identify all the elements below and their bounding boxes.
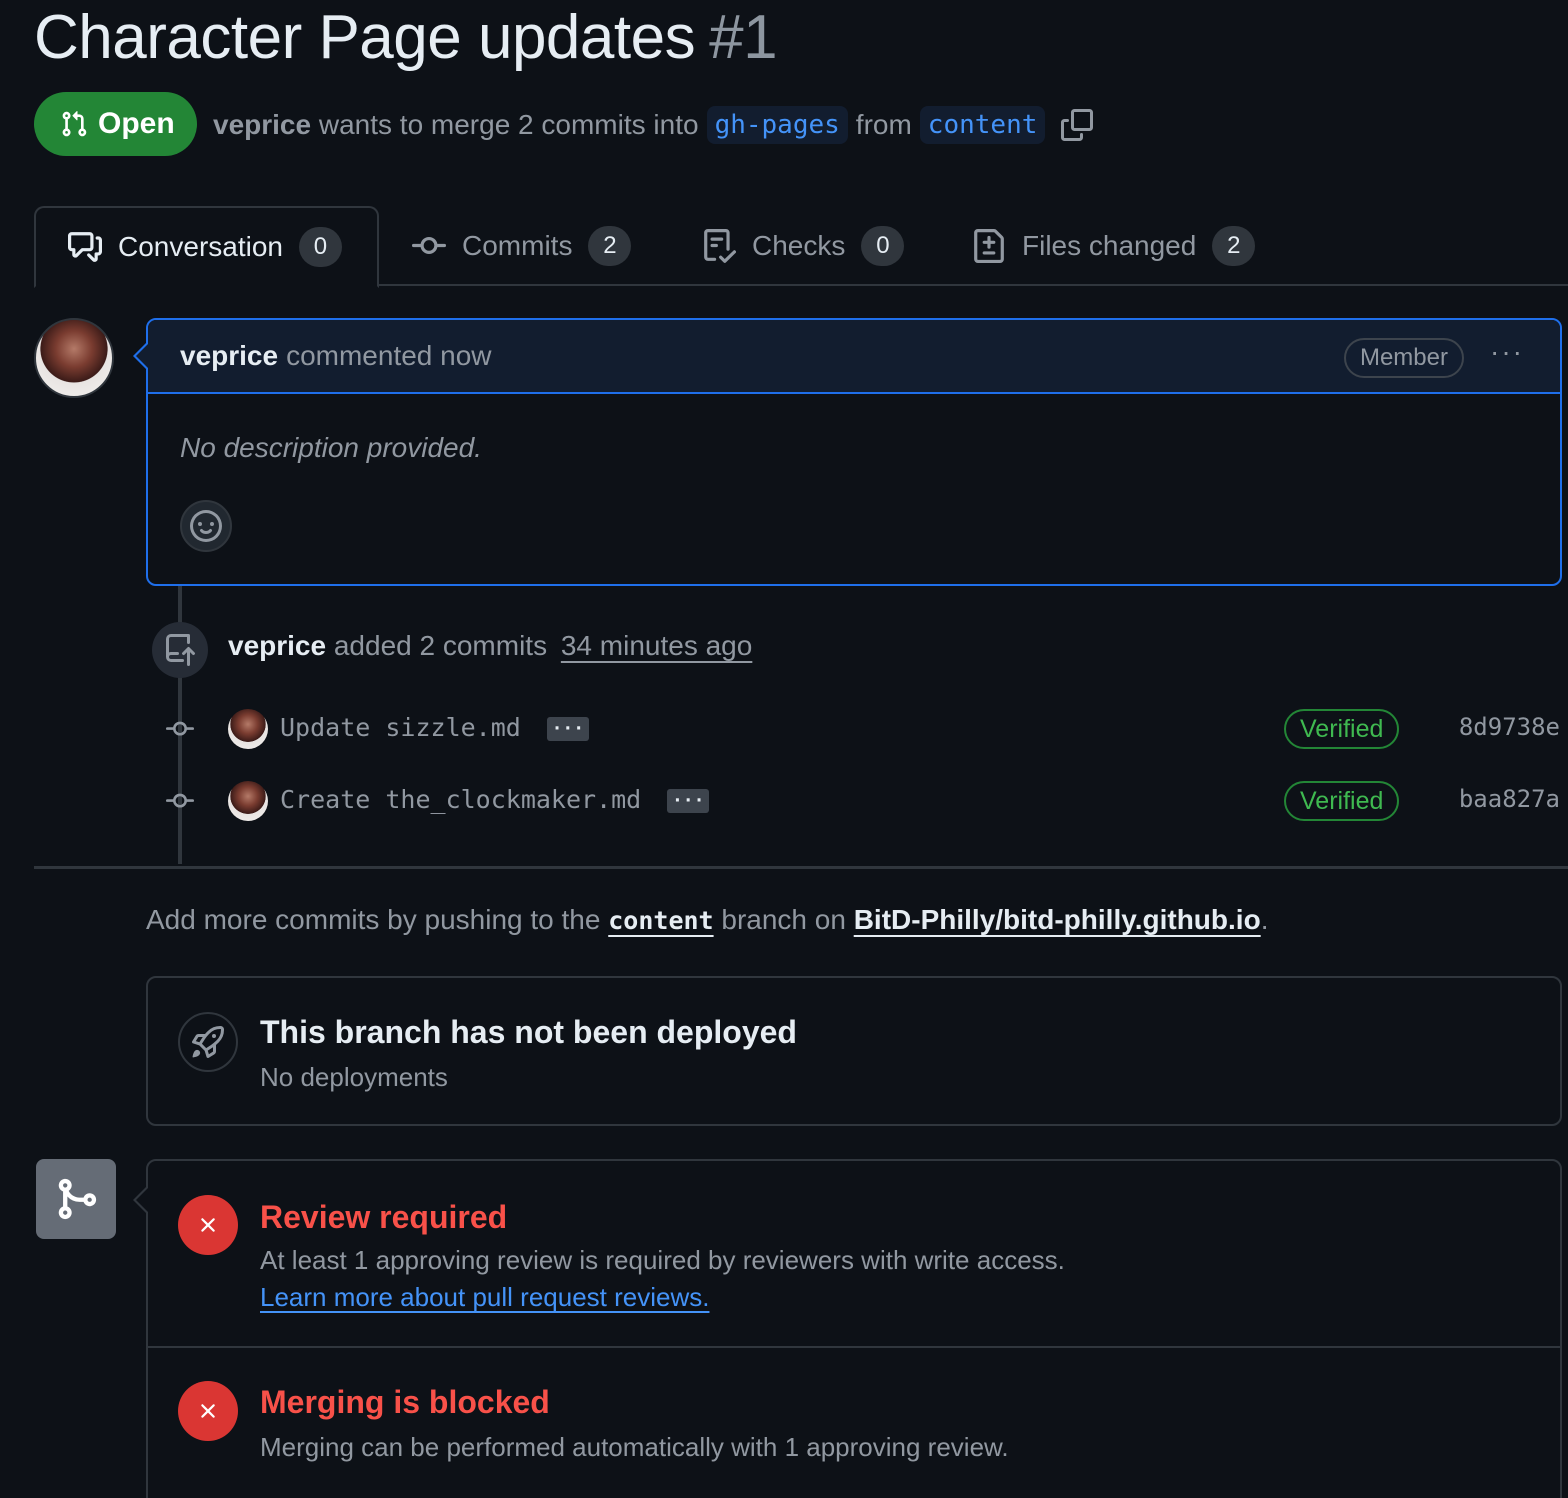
timeline-divider [34,866,1568,869]
expand-commit-button[interactable]: ··· [667,788,710,813]
check-title: Review required [260,1199,508,1235]
avatar[interactable] [34,318,114,398]
file-diff-icon [974,229,1004,263]
comment-header: veprice commented now Member ··· [148,320,1560,394]
smiley-icon [190,510,222,542]
verified-badge[interactable]: Verified [1284,709,1400,749]
push-info-middle: branch on [721,904,846,935]
push-branch-link[interactable]: content [608,906,713,935]
x-circle-icon [178,1195,238,1255]
merging-blocked-section: Merging is blocked Merging can be perfor… [148,1348,1560,1498]
tab-counter: 0 [298,227,342,267]
kebab-horizontal-icon[interactable]: ··· [1490,336,1524,368]
git-commit-icon [166,721,194,736]
commit-message[interactable]: Create the_clockmaker.md ··· [280,785,710,814]
tab-checks[interactable]: Checks 0 [702,206,905,286]
repo-push-icon [152,622,208,678]
check-title: Merging is blocked [260,1384,550,1420]
event-time[interactable]: 34 minutes ago [561,630,752,661]
git-merge-icon [36,1159,116,1239]
list-item: Update sizzle.md ··· Verified 8d9738e [160,707,1568,751]
review-required-section: Review required At least 1 approving rev… [148,1161,1560,1346]
copy-icon[interactable] [1061,109,1094,141]
comment-discussion-icon [68,232,102,262]
event-action: added 2 commits [333,630,548,661]
pr-state-badge: Open [34,92,197,156]
tab-conversation[interactable]: Conversation 0 [34,206,379,288]
deployment-box: This branch has not been deployed No dep… [146,976,1562,1126]
push-info-prefix: Add more commits by pushing to the [146,904,601,935]
repo-link[interactable]: BitD-Philly/bitd-philly.github.io [854,904,1261,935]
check-description: At least 1 approving review is required … [260,1245,1065,1275]
merge-status-box: Review required At least 1 approving rev… [146,1159,1562,1498]
avatar[interactable] [228,709,268,749]
tab-counter: 2 [1212,226,1256,266]
git-pull-request-icon [62,111,87,137]
comment-body: No description provided. [180,432,482,463]
tab-label: Conversation [118,231,283,262]
comment-author[interactable]: veprice [180,340,278,372]
pr-meta: veprice wants to merge 2 commits into gh… [213,102,1094,148]
x-circle-icon [178,1381,238,1441]
comment-box: veprice commented now Member ··· No desc… [146,318,1562,586]
add-reaction-button[interactable] [180,500,232,552]
pr-state-label: Open [98,107,175,140]
commit-message-text[interactable]: Create the_clockmaker.md [280,785,641,814]
pr-number: #1 [709,3,778,72]
commit-message[interactable]: Update sizzle.md ··· [280,713,589,742]
deploy-subtitle: No deployments [260,1062,448,1092]
base-branch[interactable]: gh-pages [706,106,848,144]
pr-merge-text: wants to merge 2 commits into [318,109,699,140]
head-branch[interactable]: content [919,106,1046,144]
pr-author-link[interactable]: veprice [213,109,311,141]
pr-title: Character Page updates #1 [34,2,778,73]
commit-message-text[interactable]: Update sizzle.md [280,713,521,742]
pr-from-text: from [855,109,912,140]
checklist-icon [704,229,736,263]
rocket-icon [178,1012,238,1072]
tab-commits[interactable]: Commits 2 [412,206,632,286]
deploy-title: This branch has not been deployed [260,1014,797,1050]
tab-label: Files changed [1022,230,1197,261]
tab-counter: 2 [588,226,632,266]
check-description: Merging can be performed automatically w… [260,1432,1009,1462]
comment-action[interactable]: commented now [286,340,491,372]
comment-pointer-fill [136,344,148,368]
list-item: Create the_clockmaker.md ··· Verified baa… [160,779,1568,823]
commit-sha[interactable]: 8d9738e [1459,713,1560,741]
tab-files-changed[interactable]: Files changed 2 [972,206,1256,286]
event-author[interactable]: veprice [228,630,326,661]
push-info: Add more commits by pushing to the conte… [146,904,1268,936]
member-badge: Member [1343,338,1464,378]
git-commit-icon [412,236,446,254]
avatar[interactable] [228,781,268,821]
pr-tabs: Conversation 0 Commits 2 Checks 0 Files … [34,206,1568,288]
merge-box-pointer-fill [136,1188,148,1212]
expand-commit-button[interactable]: ··· [546,716,589,741]
verified-badge[interactable]: Verified [1284,781,1400,821]
tab-label: Commits [462,230,573,261]
learn-more-link[interactable]: Learn more about pull request reviews. [260,1282,709,1313]
push-info-suffix: . [1260,904,1269,935]
tab-label: Checks [752,230,846,261]
commit-sha[interactable]: baa827a [1459,785,1560,813]
pr-title-text: Character Page updates [34,3,696,72]
tab-counter: 0 [861,226,905,266]
git-commit-icon [166,793,194,808]
commits-event: veprice added 2 commits 34 minutes ago [228,630,752,662]
